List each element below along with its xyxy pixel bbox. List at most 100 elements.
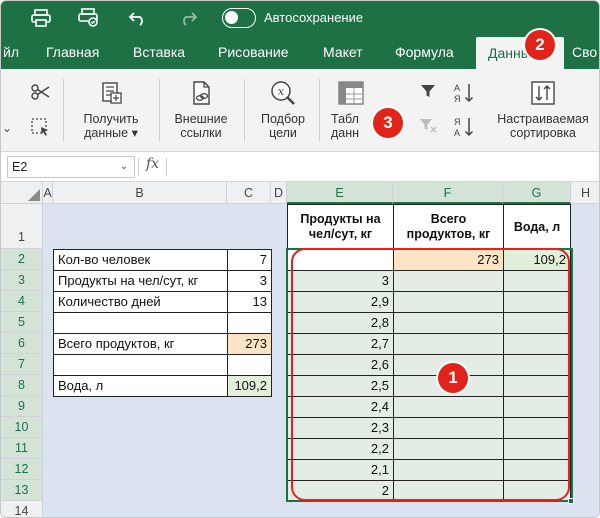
annotation-badge-3: 3 (373, 108, 403, 138)
ribbon-separator (319, 79, 320, 141)
cell-c8[interactable]: 109,2 (227, 375, 272, 397)
sort-az-icon[interactable]: АЯ (451, 81, 477, 104)
get-data-icon (102, 82, 122, 104)
row-header-7[interactable]: 7 (1, 354, 43, 375)
tab-insert[interactable]: Вставка (133, 35, 185, 69)
goal-seek-label-1: Подбор (260, 112, 306, 126)
column-header-h[interactable]: H (571, 182, 599, 204)
cell-e1[interactable]: Продукты на чел/сут, кг (287, 204, 394, 250)
data-table-icon (338, 81, 364, 105)
autosave-label: Автосохранение (264, 10, 364, 25)
goal-seek-label-2: цели (269, 126, 297, 140)
print-preview-icon[interactable] (77, 6, 101, 30)
ribbon-separator (159, 79, 160, 141)
custom-sort-icon (531, 81, 555, 105)
undo-icon[interactable] (126, 6, 150, 30)
select-all-corner[interactable] (1, 182, 43, 204)
cell-g1[interactable]: Вода, л (503, 204, 571, 250)
column-header-c[interactable]: C (227, 182, 271, 204)
sort-za-icon[interactable]: ЯА (451, 115, 477, 138)
filter-icon[interactable] (417, 83, 439, 105)
row-header-5[interactable]: 5 (1, 312, 43, 333)
chevron-left-icon[interactable]: ⌄ (1, 117, 13, 139)
svg-text:x: x (278, 85, 285, 98)
cell-b2[interactable]: Кол-во человек (53, 249, 228, 271)
external-links-label-1: Внешние (174, 112, 228, 126)
scissors-icon[interactable] (29, 83, 51, 105)
annotation-badge-2: 2 (525, 30, 555, 60)
row-header-13[interactable]: 13 (1, 480, 43, 501)
custom-sort-button[interactable]: Настраиваемая сортировка (487, 79, 599, 140)
name-box-value: E2 (12, 160, 28, 174)
column-header-f[interactable]: F (393, 182, 503, 204)
cell-f1[interactable]: Всего продуктов, кг (393, 204, 504, 250)
row-header-1[interactable]: 1 (1, 204, 43, 249)
cell-c4[interactable]: 13 (227, 291, 272, 313)
fill-handle[interactable] (568, 498, 574, 504)
name-box[interactable]: E2 ⌄ (7, 156, 135, 178)
column-header-d[interactable]: D (271, 182, 287, 204)
custom-sort-label-1: Настраиваемая (497, 112, 589, 126)
data-table-label-1: Табл (331, 112, 359, 126)
cell-b5[interactable] (53, 312, 228, 334)
svg-text:Я: Я (454, 117, 461, 127)
cell-b7[interactable] (53, 354, 228, 376)
cell-c2[interactable]: 7 (227, 249, 272, 271)
svg-text:А: А (454, 128, 460, 138)
svg-text:Я: Я (454, 94, 461, 104)
tab-review[interactable]: Сво (572, 35, 597, 69)
cell-b6[interactable]: Всего продуктов, кг (53, 333, 228, 355)
tab-formulas[interactable]: Формула (395, 35, 454, 69)
goal-seek-button[interactable]: x Подбор цели (253, 79, 313, 140)
ribbon-separator (244, 79, 245, 141)
tab-layout[interactable]: Макет (323, 35, 363, 69)
row-header-8[interactable]: 8 (1, 375, 43, 396)
column-header-b[interactable]: B (53, 182, 227, 204)
ribbon-separator (63, 79, 64, 141)
title-bar: Автосохранение (1, 1, 599, 35)
svg-text:А: А (454, 83, 460, 93)
ribbon-tabs: йл Главная Вставка Рисование Макет Форму… (1, 35, 599, 71)
tab-file[interactable]: йл (3, 35, 19, 69)
formula-separator (138, 158, 139, 176)
cell-b3[interactable]: Продукты на чел/сут, кг (53, 270, 228, 292)
row-header-10[interactable]: 10 (1, 417, 43, 438)
row-header-11[interactable]: 11 (1, 438, 43, 459)
external-links-button[interactable]: Внешние ссылки (165, 79, 237, 140)
cell-b4[interactable]: Количество дней (53, 291, 228, 313)
formula-separator (166, 158, 167, 176)
cell-c3[interactable]: 3 (227, 270, 272, 292)
cell-b8[interactable]: Вода, л (53, 375, 228, 397)
tab-home[interactable]: Главная (46, 35, 99, 69)
row-header-14[interactable]: 14 (1, 501, 43, 517)
clear-filter-icon[interactable] (417, 117, 439, 139)
tab-draw[interactable]: Рисование (218, 35, 289, 69)
data-table-label-2: данн (331, 126, 360, 140)
print-icon[interactable] (29, 6, 53, 30)
get-data-label-1: Получить (83, 112, 139, 126)
get-data-button[interactable]: Получить данные ▾ (71, 79, 151, 140)
excel-window: Автосохранение йл Главная Вставка Рисова… (0, 0, 600, 518)
annotation-outline-1 (291, 248, 570, 501)
autosave-toggle[interactable] (222, 8, 256, 28)
column-header-e[interactable]: E (287, 182, 393, 204)
toggle-knob (225, 11, 238, 24)
redo-icon[interactable] (176, 6, 200, 30)
row-header-9[interactable]: 9 (1, 396, 43, 417)
row-header-2[interactable]: 2 (1, 249, 43, 270)
column-header-g[interactable]: G (503, 182, 571, 204)
column-header-a[interactable]: A (43, 182, 53, 204)
annotation-badge-1: 1 (438, 363, 468, 393)
custom-sort-label-2: сортировка (510, 126, 576, 140)
cell-c6[interactable]: 273 (227, 333, 272, 355)
row-header-3[interactable]: 3 (1, 270, 43, 291)
fx-icon[interactable]: fx (146, 156, 159, 172)
selection-icon[interactable] (29, 117, 51, 139)
row-header-6[interactable]: 6 (1, 333, 43, 354)
cell-c5[interactable] (227, 312, 272, 334)
cell-c7[interactable] (227, 354, 272, 376)
row-header-12[interactable]: 12 (1, 459, 43, 480)
data-table-button[interactable]: Табл данн (331, 79, 377, 140)
chevron-down-icon[interactable]: ⌄ (120, 157, 128, 177)
row-header-4[interactable]: 4 (1, 291, 43, 312)
